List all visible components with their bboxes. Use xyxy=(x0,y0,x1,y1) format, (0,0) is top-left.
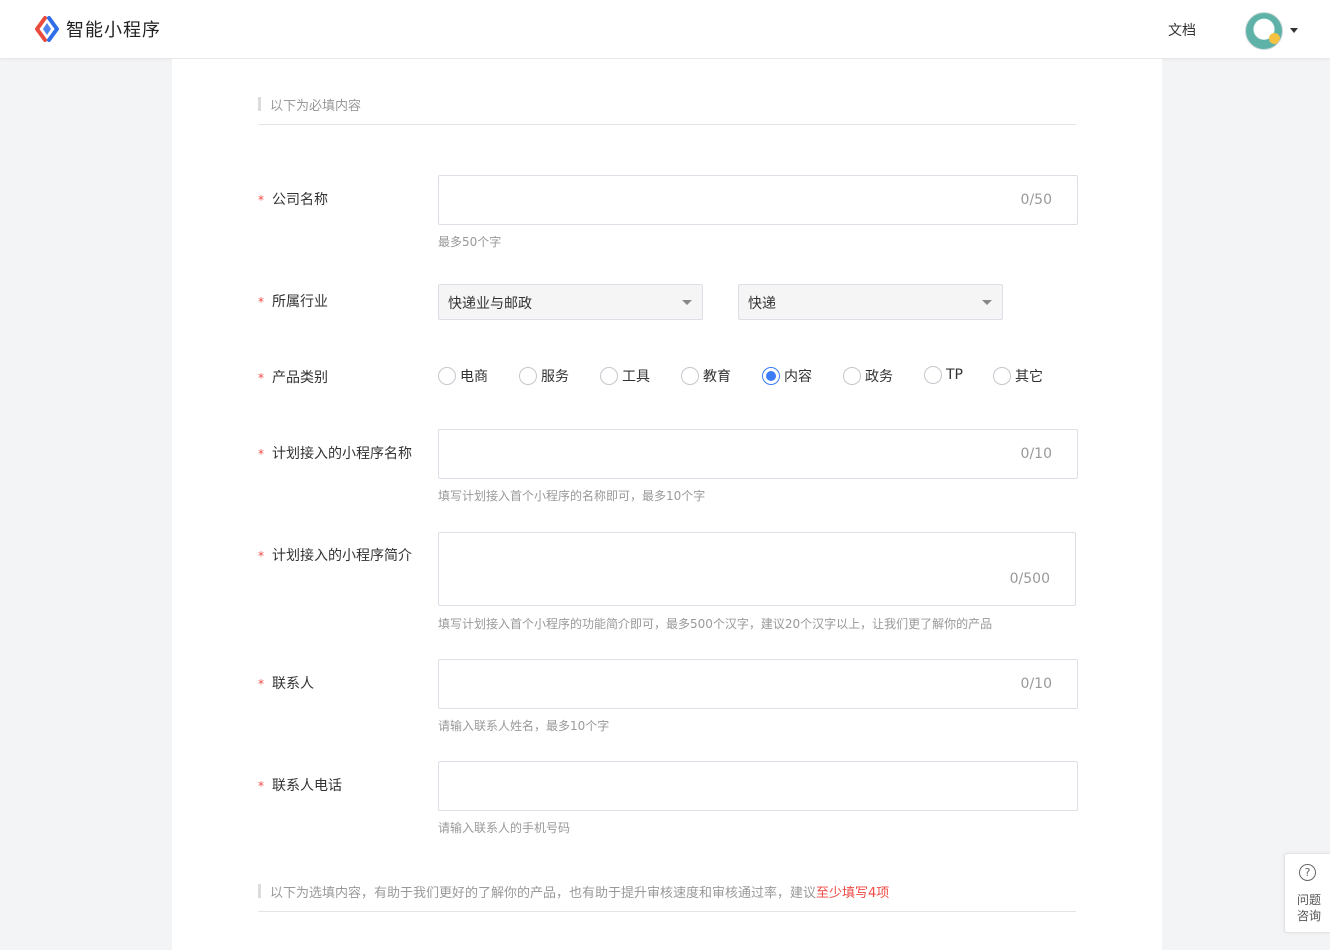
required-mark: * xyxy=(258,549,264,563)
app-intro-label-text: 计划接入的小程序简介 xyxy=(272,548,412,564)
radio-icon xyxy=(519,367,537,385)
brand-logo[interactable]: 智能小程序 xyxy=(34,16,161,42)
company-label-text: 公司名称 xyxy=(272,192,328,208)
app-intro-char-counter: 0/500 xyxy=(1009,571,1050,587)
app-name-hint: 填写计划接入首个小程序的名称即可，最多10个字 xyxy=(438,489,706,503)
required-mark: * xyxy=(258,779,264,793)
category-option[interactable]: 服务 xyxy=(519,366,569,386)
required-mark: * xyxy=(258,295,264,309)
contact-label: * 联系人 xyxy=(258,673,314,693)
app-name-label-text: 计划接入的小程序名称 xyxy=(272,446,412,462)
optional-section-title: 以下为选填内容，有助于我们更好的了解你的产品，也有助于提升审核速度和审核通过率，… xyxy=(270,882,889,901)
user-avatar[interactable] xyxy=(1245,12,1283,50)
contact-input[interactable]: 0/10 xyxy=(438,659,1078,709)
avatar-badge-icon xyxy=(1269,33,1280,44)
required-mark: * xyxy=(258,447,264,461)
category-option[interactable]: 其它 xyxy=(993,366,1043,386)
smart-program-logo-icon xyxy=(35,16,59,42)
company-hint: 最多50个字 xyxy=(438,235,502,249)
help-label-line1: 问题 xyxy=(1296,893,1321,907)
app-intro-hint: 填写计划接入首个小程序的功能简介即可，最多500个汉字，建议20个汉字以上，让我… xyxy=(438,617,993,631)
required-section-title: 以下为必填内容 xyxy=(270,99,362,114)
industry-label: * 所属行业 xyxy=(258,291,328,311)
required-mark: * xyxy=(258,677,264,691)
phone-label: * 联系人电话 xyxy=(258,775,342,795)
app-name-label: * 计划接入的小程序名称 xyxy=(258,443,412,463)
category-option[interactable]: 政务 xyxy=(843,366,893,386)
industry-secondary-select[interactable]: 快递 xyxy=(738,284,1003,320)
company-label: * 公司名称 xyxy=(258,189,328,209)
help-consult-button[interactable]: ? 问题 咨询 xyxy=(1284,853,1330,933)
radio-icon xyxy=(600,367,618,385)
contact-hint: 请输入联系人姓名，最多10个字 xyxy=(438,719,610,733)
phone-hint: 请输入联系人的手机号码 xyxy=(438,821,571,835)
radio-icon xyxy=(924,366,942,384)
category-option-label: 工具 xyxy=(622,369,650,385)
required-section-heading: 以下为必填内容 xyxy=(258,95,1076,125)
caret-down-icon[interactable] xyxy=(1290,28,1298,33)
app-intro-label: * 计划接入的小程序简介 xyxy=(258,545,412,565)
chevron-down-icon xyxy=(982,300,992,305)
contact-char-counter: 0/10 xyxy=(1020,676,1052,692)
company-name-input[interactable]: 0/50 xyxy=(438,175,1078,225)
category-option-label: 电商 xyxy=(460,369,488,385)
required-mark: * xyxy=(258,371,264,385)
industry-secondary-value: 快递 xyxy=(748,296,776,312)
phone-label-text: 联系人电话 xyxy=(272,778,342,794)
optional-section-text: 以下为选填内容，有助于我们更好的了解你的产品，也有助于提升审核速度和审核通过率，… xyxy=(270,886,817,901)
category-option-label: 其它 xyxy=(1015,369,1043,385)
app-name-input[interactable]: 0/10 xyxy=(438,429,1078,479)
category-label-text: 产品类别 xyxy=(272,370,328,386)
category-option-label: 服务 xyxy=(541,369,569,385)
docs-link[interactable]: 文档 xyxy=(1168,20,1196,40)
chevron-down-icon xyxy=(682,300,692,305)
category-option[interactable]: 工具 xyxy=(600,366,650,386)
category-option-label: 教育 xyxy=(703,369,731,385)
optional-section-highlight: 至少填写4项 xyxy=(816,886,890,901)
app-name-char-counter: 0/10 xyxy=(1020,446,1052,462)
category-option-label: 内容 xyxy=(784,369,812,385)
brand-name: 智能小程序 xyxy=(66,20,161,41)
radio-icon xyxy=(681,367,699,385)
category-option[interactable]: 电商 xyxy=(438,366,488,386)
category-label: * 产品类别 xyxy=(258,367,328,387)
app-intro-textarea[interactable]: 0/500 xyxy=(438,532,1076,606)
phone-input[interactable] xyxy=(438,761,1078,811)
radio-icon xyxy=(843,367,861,385)
section-marker xyxy=(258,97,261,111)
contact-label-text: 联系人 xyxy=(272,676,314,692)
category-option-selected[interactable]: 内容 xyxy=(762,366,812,386)
radio-icon xyxy=(993,367,1011,385)
question-circle-icon: ? xyxy=(1299,864,1316,881)
industry-primary-value: 快递业与邮政 xyxy=(448,296,532,312)
section-marker xyxy=(258,884,261,898)
help-label-line2: 咨询 xyxy=(1296,909,1321,923)
optional-section-heading: 以下为选填内容，有助于我们更好的了解你的产品，也有助于提升审核速度和审核通过率，… xyxy=(258,882,1076,912)
radio-checked-icon xyxy=(762,367,780,385)
company-char-counter: 0/50 xyxy=(1020,192,1052,208)
category-option-label: TP xyxy=(946,367,963,383)
required-mark: * xyxy=(258,193,264,207)
category-option[interactable]: TP xyxy=(924,366,963,384)
industry-label-text: 所属行业 xyxy=(272,294,328,310)
industry-primary-select[interactable]: 快递业与邮政 xyxy=(438,284,703,320)
category-option[interactable]: 教育 xyxy=(681,366,731,386)
category-option-label: 政务 xyxy=(865,369,893,385)
top-navbar: 智能小程序 文档 xyxy=(0,0,1330,59)
radio-icon xyxy=(438,367,456,385)
